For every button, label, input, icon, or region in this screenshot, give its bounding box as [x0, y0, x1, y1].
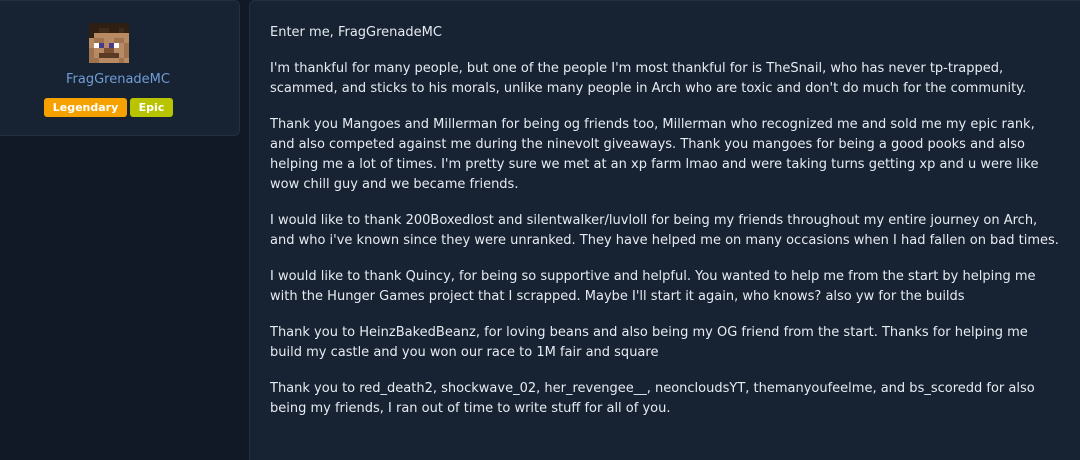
message-card: Enter me, FragGrenadeMC I'm thankful for… [249, 0, 1080, 460]
post-paragraph: Enter me, FragGrenadeMC [270, 25, 442, 40]
post-paragraph: I would like to thank 200Boxedlost and s… [270, 213, 1059, 248]
avatar[interactable] [89, 23, 129, 63]
forum-post: FragGrenadeMC Legendary Epic Enter me, F… [0, 0, 1080, 460]
post-paragraph: I would like to thank Quincy, for being … [270, 269, 1036, 304]
user-card: FragGrenadeMC Legendary Epic [0, 0, 240, 136]
username[interactable]: FragGrenadeMC [0, 71, 239, 89]
badge-epic: Epic [130, 98, 173, 117]
user-badges: Legendary Epic [44, 98, 173, 117]
message-body: Enter me, FragGrenadeMC I'm thankful for… [270, 23, 1060, 435]
post-paragraph: Thank you to red_death2, shockwave_02, h… [270, 381, 1035, 416]
badge-legendary: Legendary [44, 98, 127, 117]
post-paragraph: Thank you to HeinzBakedBeanz, for loving… [270, 325, 1028, 360]
post-paragraph: Thank you Mangoes and Millerman for bein… [270, 117, 1039, 192]
post-paragraph: I'm thankful for many people, but one of… [270, 61, 1027, 96]
